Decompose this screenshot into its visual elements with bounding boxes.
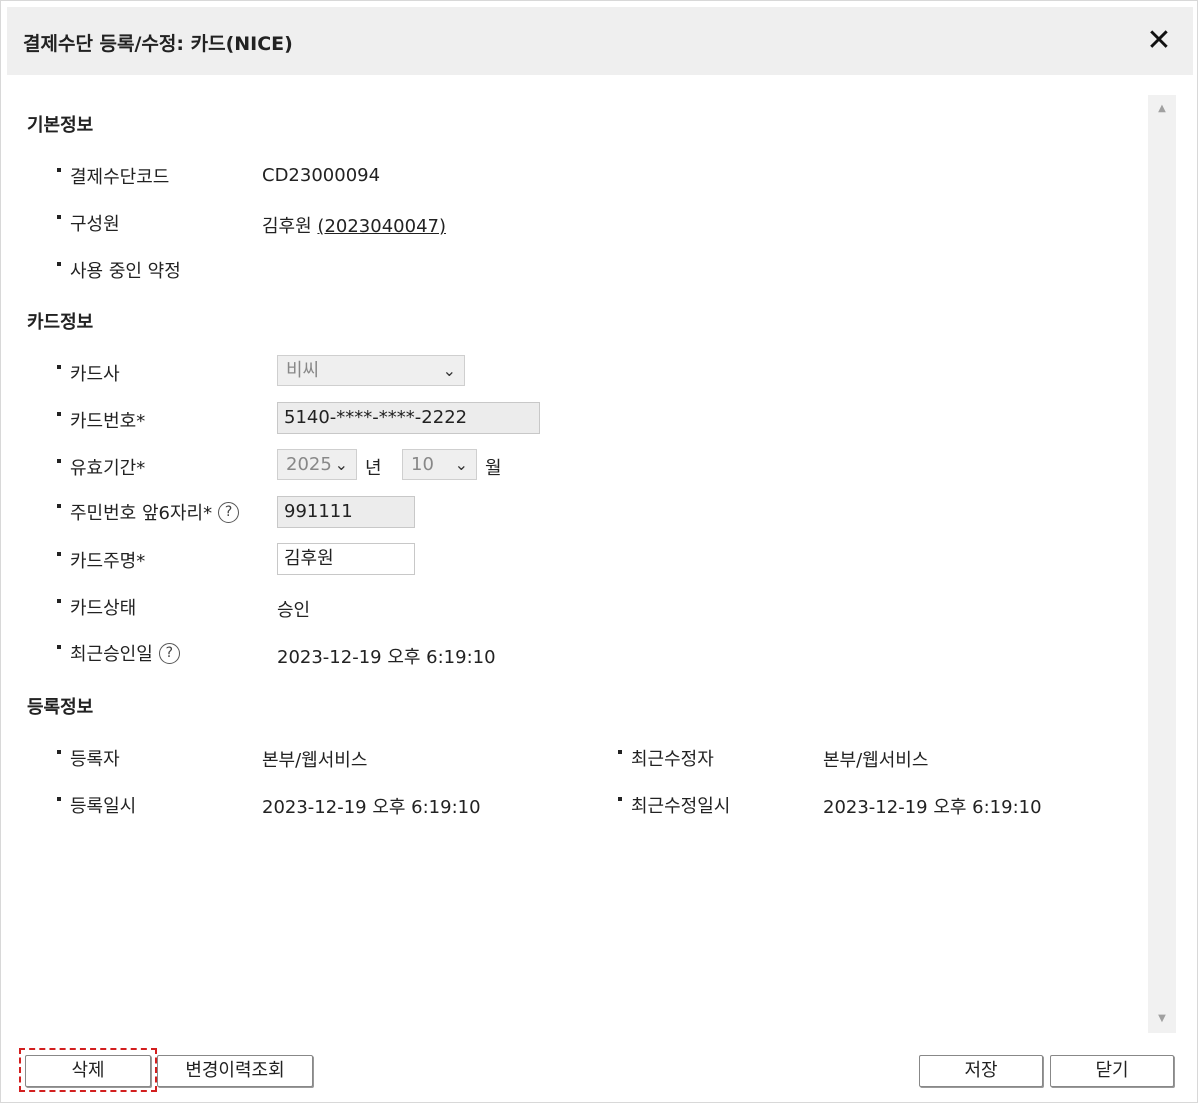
label-active-contract: 사용 중인 약정 bbox=[57, 257, 181, 283]
modified-at-value: 2023-12-19 오후 6:19:10 bbox=[823, 797, 1042, 818]
section-title-registration: 등록정보 bbox=[27, 697, 94, 718]
card-status-value: 승인 bbox=[277, 600, 311, 621]
bullet-icon bbox=[57, 552, 61, 556]
section-title-card: 카드정보 bbox=[27, 312, 94, 333]
member-close-paren: ) bbox=[438, 216, 447, 237]
dialog-content: 기본정보 결제수단코드 CD23000094 구성원 김후원 (20230400… bbox=[7, 75, 1193, 1035]
member-name: 김후원 bbox=[262, 216, 312, 237]
rrn-field[interactable]: 991111 bbox=[277, 496, 415, 528]
label-expiry: 유효기간* bbox=[57, 454, 145, 480]
label-text: 카드상태 bbox=[70, 598, 137, 619]
member-id-link[interactable]: (2023040047) bbox=[317, 216, 446, 237]
card-company-select[interactable]: 비씨 ⌄ bbox=[277, 355, 465, 386]
bullet-icon bbox=[57, 459, 61, 463]
label-text: 주민번호 앞6자리* bbox=[70, 503, 213, 524]
bullet-icon bbox=[57, 750, 61, 754]
chevron-down-icon: ⌄ bbox=[334, 455, 348, 474]
expiry-year-select[interactable]: 2025 ⌄ bbox=[277, 449, 357, 480]
label-modified-at: 최근수정일시 bbox=[618, 792, 730, 818]
label-rrn: 주민번호 앞6자리* ? bbox=[57, 499, 240, 525]
label-text: 등록일시 bbox=[70, 796, 137, 817]
label-text: 구성원 bbox=[70, 214, 120, 235]
dialog-titlebar: 결제수단 등록/수정: 카드(NICE) ✕ bbox=[7, 7, 1193, 75]
bullet-icon bbox=[618, 797, 622, 801]
bullet-icon bbox=[618, 750, 622, 754]
year-unit: 년 bbox=[365, 458, 382, 479]
bullet-icon bbox=[57, 504, 61, 508]
registrant-value: 본부/웹서비스 bbox=[262, 750, 368, 771]
chevron-down-icon: ⌄ bbox=[442, 361, 456, 380]
section-title-basic: 기본정보 bbox=[27, 115, 94, 136]
card-company-value: 비씨 bbox=[286, 360, 320, 381]
label-card-company: 카드사 bbox=[57, 360, 120, 386]
expiry-month-value: 10 bbox=[411, 454, 434, 475]
label-last-approved: 최근승인일 ? bbox=[57, 640, 180, 666]
label-registrant: 등록자 bbox=[57, 745, 120, 771]
bullet-icon bbox=[57, 645, 61, 649]
label-text: 유효기간* bbox=[70, 458, 146, 479]
card-owner-field[interactable]: 김후원 bbox=[277, 543, 415, 575]
last-approved-value: 2023-12-19 오후 6:19:10 bbox=[277, 647, 496, 668]
expiry-month-select[interactable]: 10 ⌄ bbox=[402, 449, 477, 480]
change-history-button[interactable]: 변경이력조회 bbox=[157, 1055, 313, 1087]
bullet-icon bbox=[57, 365, 61, 369]
payment-code-value: CD23000094 bbox=[262, 165, 381, 186]
bullet-icon bbox=[57, 797, 61, 801]
bullet-icon bbox=[57, 599, 61, 603]
member-id: 2023040047 bbox=[324, 216, 439, 237]
bullet-icon bbox=[57, 215, 61, 219]
month-unit: 월 bbox=[485, 458, 502, 479]
chevron-down-icon: ⌄ bbox=[454, 455, 468, 474]
label-card-number: 카드번호* bbox=[57, 407, 145, 433]
help-icon[interactable]: ? bbox=[218, 501, 240, 523]
label-payment-code: 결제수단코드 bbox=[57, 163, 169, 189]
label-card-owner: 카드주명* bbox=[57, 547, 145, 573]
bullet-icon bbox=[57, 262, 61, 266]
label-member: 구성원 bbox=[57, 210, 120, 236]
label-last-modifier: 최근수정자 bbox=[618, 745, 714, 771]
registered-at-value: 2023-12-19 오후 6:19:10 bbox=[262, 797, 481, 818]
label-card-status: 카드상태 bbox=[57, 594, 136, 620]
label-text: 결제수단코드 bbox=[70, 167, 170, 188]
scroll-up-icon[interactable]: ▲ bbox=[1148, 99, 1176, 119]
delete-button[interactable]: 삭제 bbox=[25, 1055, 151, 1087]
help-icon[interactable]: ? bbox=[158, 642, 180, 664]
close-button[interactable]: 닫기 bbox=[1050, 1055, 1174, 1087]
label-text: 카드사 bbox=[70, 364, 120, 385]
label-text: 최근수정일시 bbox=[631, 796, 731, 817]
vertical-scrollbar[interactable]: ▲ ▼ bbox=[1148, 95, 1176, 1033]
member-value: 김후원 (2023040047) bbox=[262, 212, 446, 238]
expiry-year-value: 2025 bbox=[286, 454, 332, 475]
scroll-down-icon[interactable]: ▼ bbox=[1148, 1009, 1176, 1029]
label-text: 사용 중인 약정 bbox=[70, 261, 181, 282]
label-text: 최근승인일 bbox=[70, 644, 153, 665]
label-text: 등록자 bbox=[70, 749, 120, 770]
bullet-icon bbox=[57, 412, 61, 416]
close-icon[interactable]: ✕ bbox=[1143, 23, 1175, 59]
label-text: 최근수정자 bbox=[631, 749, 714, 770]
label-registered-at: 등록일시 bbox=[57, 792, 136, 818]
save-button[interactable]: 저장 bbox=[919, 1055, 1043, 1087]
card-number-field[interactable]: 5140-****-****-2222 bbox=[277, 402, 540, 434]
dialog-title: 결제수단 등록/수정: 카드(NICE) bbox=[23, 33, 293, 55]
label-text: 카드번호* bbox=[70, 411, 146, 432]
label-text: 카드주명* bbox=[70, 551, 146, 572]
bullet-icon bbox=[57, 168, 61, 172]
last-modifier-value: 본부/웹서비스 bbox=[823, 750, 929, 771]
payment-method-dialog: 결제수단 등록/수정: 카드(NICE) ✕ 기본정보 결제수단코드 CD230… bbox=[0, 0, 1198, 1103]
